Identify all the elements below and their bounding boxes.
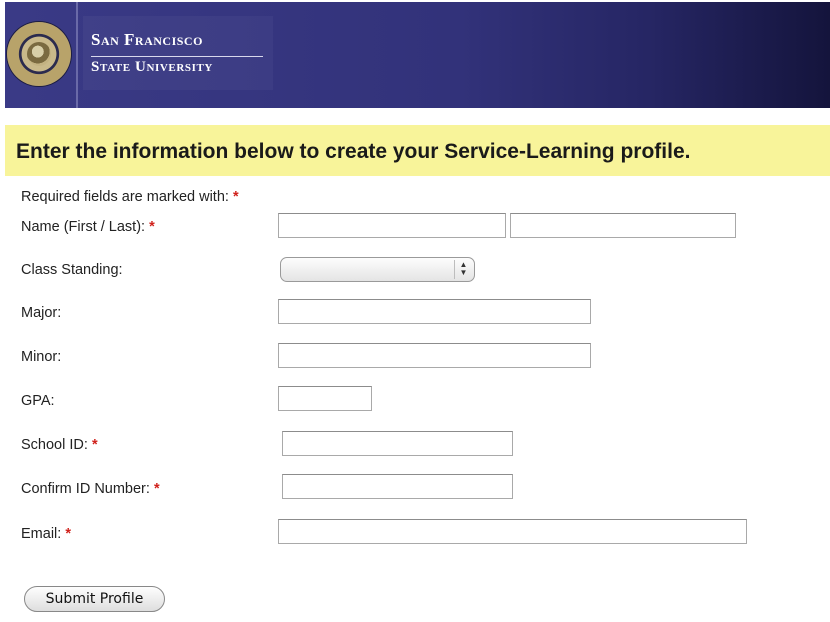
school-id-input[interactable] <box>282 431 513 456</box>
major-input[interactable] <box>278 299 591 324</box>
logo-text-line1: San Francisco <box>91 30 203 49</box>
required-note: Required fields are marked with: * <box>21 189 239 205</box>
confirm-id-input[interactable] <box>282 474 513 499</box>
email-label-text: Email: <box>21 526 62 542</box>
school-id-label-text: School ID: <box>21 437 88 453</box>
logo-rule <box>91 56 263 57</box>
required-marker: * <box>232 189 239 205</box>
name-label: Name (First / Last): * <box>21 219 155 235</box>
logo-text-line2: State University <box>91 59 213 75</box>
email-label: Email: * <box>21 526 71 542</box>
minor-label: Minor: <box>21 349 62 365</box>
confirm-id-label: Confirm ID Number: * <box>21 481 160 497</box>
class-standing-select[interactable]: ▲ ▼ <box>280 257 475 282</box>
gpa-label: GPA: <box>21 393 55 409</box>
site-header: San Francisco State University <box>5 2 830 108</box>
submit-profile-button[interactable]: Submit Profile <box>24 586 165 612</box>
gpa-input[interactable] <box>278 386 372 411</box>
select-arrows-icon: ▲ ▼ <box>454 260 472 279</box>
banner-heading: Enter the information below to create yo… <box>16 140 691 163</box>
first-name-input[interactable] <box>278 213 506 238</box>
required-marker: * <box>91 437 98 453</box>
email-input[interactable] <box>278 519 747 544</box>
name-label-text: Name (First / Last): <box>21 219 146 235</box>
school-id-label: School ID: * <box>21 437 98 453</box>
required-marker: * <box>149 219 155 235</box>
university-seal-icon <box>7 22 71 86</box>
required-marker: * <box>65 526 71 542</box>
minor-input[interactable] <box>278 343 591 368</box>
confirm-id-label-text: Confirm ID Number: <box>21 481 150 497</box>
class-standing-label: Class Standing: <box>21 262 123 278</box>
header-divider <box>76 2 78 108</box>
required-marker: * <box>153 481 160 497</box>
major-label: Major: <box>21 305 62 321</box>
required-note-text: Required fields are marked with: <box>21 189 229 205</box>
logo-box[interactable] <box>83 16 273 90</box>
last-name-input[interactable] <box>510 213 736 238</box>
seal-center <box>27 42 51 66</box>
